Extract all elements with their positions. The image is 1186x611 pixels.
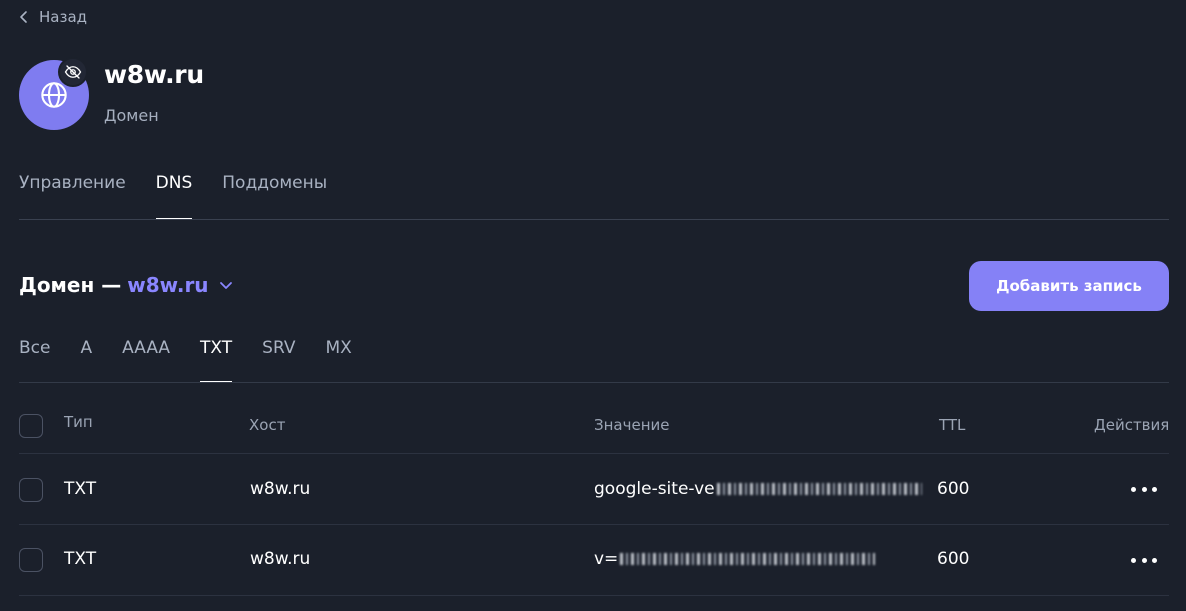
row-checkbox[interactable] xyxy=(19,548,43,572)
tab-subdomains[interactable]: Поддомены xyxy=(222,173,327,220)
tabs-divider xyxy=(19,219,1169,220)
tab-all[interactable]: Все xyxy=(19,338,50,383)
row-divider xyxy=(19,595,1169,596)
tab-txt[interactable]: TXT xyxy=(200,338,233,383)
visibility-badge[interactable] xyxy=(58,57,88,87)
tab-a[interactable]: A xyxy=(80,338,92,383)
back-link[interactable]: Назад xyxy=(19,6,87,28)
page-title: w8w.ru xyxy=(104,60,204,89)
column-header-ttl: TTL xyxy=(939,416,966,434)
column-header-type: Тип xyxy=(64,413,93,431)
row-divider xyxy=(19,524,1169,525)
record-type-tabs: Все A AAAA TXT SRV MX xyxy=(19,338,352,383)
page-subtitle: Домен xyxy=(104,106,159,125)
row-value: google-site-ve xyxy=(594,479,922,499)
column-header-actions: Действия xyxy=(1094,416,1170,434)
tab-srv[interactable]: SRV xyxy=(262,338,295,383)
domain-selector[interactable]: w8w.ru xyxy=(127,273,208,297)
section-title[interactable]: Домен — w8w.ru xyxy=(19,273,233,297)
back-label: Назад xyxy=(39,8,88,26)
more-horizontal-icon[interactable] xyxy=(1131,556,1157,564)
select-all-checkbox[interactable] xyxy=(19,414,43,438)
column-header-host: Хост xyxy=(249,416,286,434)
tab-dns[interactable]: DNS xyxy=(155,173,192,220)
tab-mx[interactable]: MX xyxy=(325,338,351,383)
tab-aaaa[interactable]: AAAA xyxy=(122,338,170,383)
chevron-down-icon[interactable] xyxy=(219,280,233,290)
row-ttl: 600 xyxy=(937,549,970,569)
redacted-value xyxy=(620,553,876,565)
row-value-text: v= xyxy=(594,549,619,569)
row-host: w8w.ru xyxy=(250,549,311,569)
eye-off-icon xyxy=(64,65,82,79)
column-header-value: Значение xyxy=(594,416,670,434)
add-record-button[interactable]: Добавить запись xyxy=(969,261,1169,311)
tab-management[interactable]: Управление xyxy=(19,173,126,220)
row-checkbox[interactable] xyxy=(19,478,43,502)
row-divider xyxy=(19,453,1169,454)
row-type: TXT xyxy=(64,479,97,499)
section-prefix: Домен — xyxy=(19,273,122,297)
row-type: TXT xyxy=(64,549,97,569)
row-host: w8w.ru xyxy=(250,479,311,499)
filter-divider xyxy=(19,382,1169,383)
row-value-text: google-site-ve xyxy=(594,479,715,499)
main-tabs: Управление DNS Поддомены xyxy=(19,173,327,220)
globe-icon xyxy=(41,82,67,108)
chevron-left-icon xyxy=(20,11,27,23)
row-value: v= xyxy=(594,549,876,569)
row-ttl: 600 xyxy=(937,479,970,499)
more-horizontal-icon[interactable] xyxy=(1131,485,1157,493)
redacted-value xyxy=(716,483,922,495)
